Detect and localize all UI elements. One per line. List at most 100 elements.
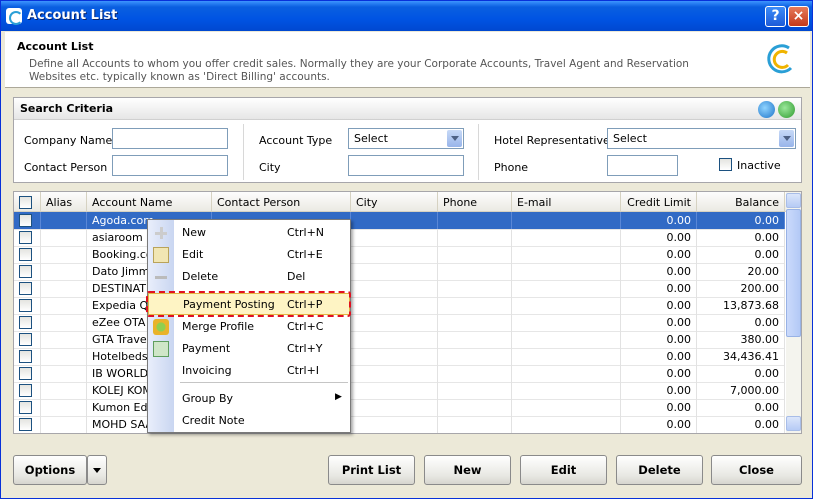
grid-vertical-scrollbar[interactable]	[786, 192, 801, 433]
menu-item-merge-profile[interactable]: Merge Profile Ctrl+C	[148, 316, 350, 338]
row-checkbox[interactable]	[19, 350, 32, 363]
contact-person-input[interactable]	[112, 155, 228, 176]
row-checkbox[interactable]	[19, 299, 32, 312]
close-button[interactable]: Close	[711, 455, 802, 485]
contact-person-label: Contact Person	[24, 161, 108, 174]
menu-item-invoicing-shortcut: Ctrl+I	[287, 364, 320, 377]
credit-limit-cell: 0.00	[621, 348, 697, 366]
col-header-city[interactable]: City	[351, 192, 438, 212]
menu-item-group-by[interactable]: Group By ▶	[148, 388, 350, 410]
row-checkbox[interactable]	[19, 265, 32, 278]
table-row[interactable]: Expedia Qu 0.00 13,873.68	[14, 297, 785, 315]
chevron-down-icon[interactable]	[447, 130, 462, 147]
col-header-balance[interactable]: Balance	[697, 192, 785, 212]
delete-button[interactable]: Delete	[616, 455, 703, 485]
col-header-phone[interactable]: Phone	[438, 192, 512, 212]
menu-item-delete-shortcut: Del	[287, 270, 306, 283]
scrollbar-thumb[interactable]	[786, 209, 801, 337]
account-type-select[interactable]: Select	[348, 128, 464, 149]
table-row[interactable]: MOHD SAA 0.00 0.00	[14, 416, 785, 433]
empty-cell	[41, 314, 87, 332]
title-bar[interactable]: Account List ? ×	[1, 1, 812, 31]
table-row[interactable]: DESTINATI 0.00 200.00	[14, 280, 785, 298]
table-row[interactable]: Booking.com 0.00 0.00	[14, 246, 785, 264]
table-row[interactable]: eZee OTA E 0.00 0.00	[14, 314, 785, 332]
options-dropdown-button[interactable]	[87, 455, 107, 485]
empty-cell	[512, 212, 621, 230]
row-checkbox[interactable]	[19, 333, 32, 346]
chevron-down-icon[interactable]	[779, 130, 794, 147]
col-header-account-name[interactable]: Account Name	[87, 192, 212, 212]
row-checkbox[interactable]	[19, 316, 32, 329]
menu-item-credit-note[interactable]: Credit Note	[148, 410, 350, 432]
search-icon[interactable]	[758, 101, 775, 118]
table-row[interactable]: Kumon Edu 0.00 0.00	[14, 399, 785, 417]
balance-cell: 200.00	[697, 280, 785, 298]
empty-cell	[512, 263, 621, 281]
empty-cell	[438, 348, 512, 366]
row-checkbox[interactable]	[19, 401, 32, 414]
row-checkbox[interactable]	[19, 384, 32, 397]
new-button[interactable]: New	[424, 455, 511, 485]
balance-cell: 13,873.68	[697, 297, 785, 315]
empty-cell	[512, 246, 621, 264]
select-all-header[interactable]	[14, 192, 41, 212]
empty-cell	[438, 246, 512, 264]
menu-item-payment[interactable]: Payment Ctrl+Y	[148, 338, 350, 360]
balance-cell: 0.00	[697, 399, 785, 417]
empty-cell	[351, 297, 438, 315]
empty-cell	[41, 416, 87, 433]
balance-cell: 20.00	[697, 263, 785, 281]
menu-item-new[interactable]: New Ctrl+N	[148, 222, 350, 244]
phone-input[interactable]	[607, 155, 678, 176]
balance-cell: 34,436.41	[697, 348, 785, 366]
scroll-up-icon[interactable]	[786, 193, 801, 208]
close-window-button[interactable]: ×	[788, 6, 809, 27]
scroll-down-icon[interactable]	[786, 416, 801, 431]
select-all-checkbox[interactable]	[19, 196, 32, 209]
table-row[interactable]: IB WORLD 0.00 0.00	[14, 365, 785, 383]
hotel-representative-select[interactable]: Select	[607, 128, 796, 149]
empty-cell	[512, 331, 621, 349]
print-list-button[interactable]: Print List	[328, 455, 415, 485]
row-checkbox[interactable]	[19, 418, 32, 431]
options-button[interactable]: Options	[13, 455, 87, 485]
row-select-cell	[14, 297, 41, 315]
row-select-cell	[14, 365, 41, 383]
empty-cell	[351, 263, 438, 281]
row-checkbox[interactable]	[19, 214, 32, 227]
menu-item-delete[interactable]: Delete Del	[148, 266, 350, 288]
table-row[interactable]: KOLEJ KOM 0.00 7,000.00	[14, 382, 785, 400]
row-checkbox[interactable]	[19, 248, 32, 261]
col-header-email[interactable]: E-mail	[512, 192, 621, 212]
col-header-contact-person[interactable]: Contact Person	[212, 192, 351, 212]
help-button[interactable]: ?	[765, 6, 786, 27]
row-select-cell	[14, 263, 41, 281]
row-checkbox[interactable]	[19, 231, 32, 244]
highlight-marker	[146, 291, 351, 317]
edit-button[interactable]: Edit	[520, 455, 607, 485]
payment-icon	[153, 341, 169, 357]
refresh-icon[interactable]	[778, 101, 795, 118]
city-label: City	[259, 161, 281, 174]
row-checkbox[interactable]	[19, 282, 32, 295]
menu-item-group-by-label: Group By	[182, 392, 234, 405]
col-header-alias[interactable]: Alias	[41, 192, 87, 212]
table-row[interactable]: Hotelbeds 0.00 34,436.41	[14, 348, 785, 366]
menu-item-invoicing[interactable]: Invoicing Ctrl+I	[148, 360, 350, 382]
credit-limit-cell: 0.00	[621, 280, 697, 298]
row-checkbox[interactable]	[19, 367, 32, 380]
table-row[interactable]: GTA Travel 0.00 380.00	[14, 331, 785, 349]
app-logo-icon	[6, 8, 23, 25]
city-input[interactable]	[348, 155, 464, 176]
table-row[interactable]: Dato Jimmy 0.00 20.00	[14, 263, 785, 281]
empty-cell	[41, 246, 87, 264]
col-header-credit-limit[interactable]: Credit Limit	[621, 192, 697, 212]
menu-item-edit[interactable]: Edit Ctrl+E	[148, 244, 350, 266]
table-row[interactable]: asiaroom 0.00 0.00	[14, 229, 785, 247]
empty-cell	[41, 280, 87, 298]
grid-header: Alias Account Name Contact Person City P…	[14, 192, 801, 212]
company-name-input[interactable]	[112, 128, 228, 149]
inactive-checkbox[interactable]	[719, 158, 732, 171]
table-row[interactable]: Agoda.com 0.00 0.00	[14, 212, 785, 230]
